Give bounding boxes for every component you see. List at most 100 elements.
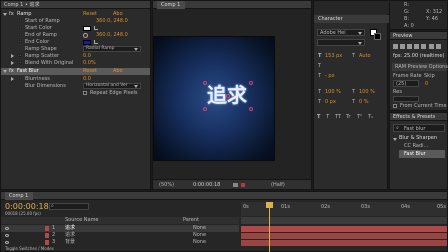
layer-row[interactable]: 2 追求 None [1,232,239,239]
repeat-edge-checkbox[interactable] [83,91,87,95]
effect-item-selected[interactable]: Fast Blur [399,150,445,158]
param-row[interactable]: End Color [1,39,150,46]
effect-controls-header[interactable]: Comp 1 • 追求 [1,1,150,9]
collapse-icon[interactable] [3,70,7,73]
stopwatch-icon[interactable] [19,33,22,36]
leading-value[interactable]: Auto [359,54,371,59]
from-current-checkbox[interactable] [393,104,397,108]
param-row[interactable]: Blend With Original 0.0% [1,60,150,67]
vertical-scale-value[interactable]: 100 % [325,90,341,95]
effects-presets-tab[interactable]: Effects & Presets [393,115,435,120]
stopwatch-icon[interactable] [19,61,22,64]
zoom-dropdown[interactable]: (50%) [159,183,174,188]
time-indicator-head[interactable] [266,202,273,208]
anchor-handle[interactable] [203,107,207,111]
param-value[interactable]: 0.0 [83,54,91,59]
ramp-shape-dropdown[interactable]: Radial Ramp [83,46,141,52]
layer-parent[interactable]: None [193,226,206,231]
ramp-effect-row[interactable]: fx Ramp Reset Abo [1,11,150,18]
blur-dimensions-dropdown[interactable]: Horizontal and Ver [83,83,141,89]
stopwatch-icon[interactable] [19,26,22,29]
layer-color-label[interactable] [45,233,49,238]
param-row[interactable]: Start Color [1,25,150,32]
fast-blur-effect-row[interactable]: fx Fast Blur Reset Abo [1,68,150,75]
font-family-dropdown[interactable]: Adobe Hei [317,29,365,36]
layer-duration-bar[interactable] [241,240,447,246]
faux-bold-button[interactable]: T [317,115,320,120]
param-row[interactable]: Blurriness 0.0 [1,76,150,83]
expand-icon[interactable] [11,61,14,65]
param-value[interactable]: 0.0 [83,77,91,82]
param-row[interactable]: Repeat Edge Pixels [1,90,150,97]
ramp-about-link[interactable]: Abo [113,12,123,17]
layer-duration-bar[interactable] [241,233,447,239]
param-row[interactable]: Start of Ramp 360.0, 248.0 [1,18,150,25]
small-caps-button[interactable]: Tr [346,115,350,120]
param-row[interactable]: Ramp Shape Radial Ramp [1,46,150,53]
param-row[interactable]: Ramp Scatter 0.0 [1,53,150,60]
timeline-timecode[interactable]: 0:00:00:18 [5,203,49,211]
eye-icon[interactable] [5,241,9,244]
resolution-dropdown[interactable] [393,96,419,102]
effect-item[interactable]: CC Radi... [404,144,428,149]
stroke-color-swatch[interactable] [374,33,381,40]
eyedropper-icon[interactable] [94,26,98,30]
font-style-dropdown[interactable] [317,39,365,46]
title-text-group[interactable]: 追求 [203,81,253,111]
next-frame-icon[interactable] [414,44,419,49]
skip-value[interactable]: 0 [425,82,428,87]
layer-parent[interactable]: None [193,233,206,238]
stopwatch-icon[interactable] [19,77,22,80]
color-swatch-icon[interactable] [241,183,245,187]
first-frame-icon[interactable] [393,44,398,49]
timeline-search-input[interactable]: ⌕ [49,203,89,210]
collapse-icon[interactable] [3,13,7,16]
last-frame-icon[interactable] [421,44,426,49]
stroke-width-value[interactable]: - px [325,74,335,79]
play-icon[interactable] [407,44,412,49]
expand-icon[interactable] [11,54,14,58]
anchor-handle[interactable] [249,81,253,85]
camera-icon[interactable] [233,183,238,187]
anchor-handle[interactable] [226,94,230,98]
fx-badge[interactable]: fx [9,12,14,17]
layer-color-label[interactable] [45,226,49,231]
effects-search-input[interactable]: ⌕ Fast blur [393,124,445,132]
param-value[interactable]: 360.0, 248.0 [96,19,128,24]
layer-duration-bar[interactable] [241,226,447,232]
ramp-reset-link[interactable]: Reset [83,12,97,17]
font-size-value[interactable]: 153 px [325,54,342,59]
fx-badge[interactable]: fx [9,69,14,74]
current-time-indicator[interactable] [269,202,270,252]
toggle-switches-modes[interactable]: Toggle Switches / Modes [5,247,54,251]
ram-preview-options-dropdown[interactable]: RAM Preview Options [392,63,448,71]
start-color-swatch[interactable] [83,26,91,31]
end-color-swatch[interactable] [83,40,91,45]
param-value[interactable]: 0.0% [83,61,96,66]
layer-name[interactable]: 追求 [65,226,75,231]
faux-italic-button[interactable]: T [326,115,329,120]
baseline-shift-value[interactable]: 0 px [325,100,336,105]
loop-icon[interactable] [436,44,441,49]
layer-parent[interactable]: None [193,240,206,245]
stopwatch-icon[interactable] [19,54,22,57]
layer-row[interactable]: 1 追求 None [1,225,239,232]
resolution-dropdown[interactable]: (Half) [271,183,285,188]
param-value[interactable]: 360.0, 248.0 [96,33,128,38]
layer-color-label[interactable] [45,240,49,245]
superscript-button[interactable]: T¹ [357,115,362,120]
collapse-icon[interactable] [393,138,397,141]
stopwatch-icon[interactable] [19,19,22,22]
layer-row[interactable]: 3 背景 None [1,239,239,246]
eye-icon[interactable] [5,234,9,237]
category-blur-sharpen[interactable]: Blur & Sharpen [399,136,437,141]
col-parent[interactable]: Parent [183,218,199,223]
prev-frame-icon[interactable] [400,44,405,49]
layer-name[interactable]: 追求 [65,233,75,238]
crosshair-icon[interactable] [83,33,88,38]
timeline-tab[interactable]: Comp 1 [5,192,33,200]
layer-name[interactable]: 背景 [65,240,75,245]
preview-tab[interactable]: Preview [393,34,412,39]
work-area-bar[interactable] [241,217,447,224]
frame-rate-dropdown[interactable]: (25) [393,80,419,87]
